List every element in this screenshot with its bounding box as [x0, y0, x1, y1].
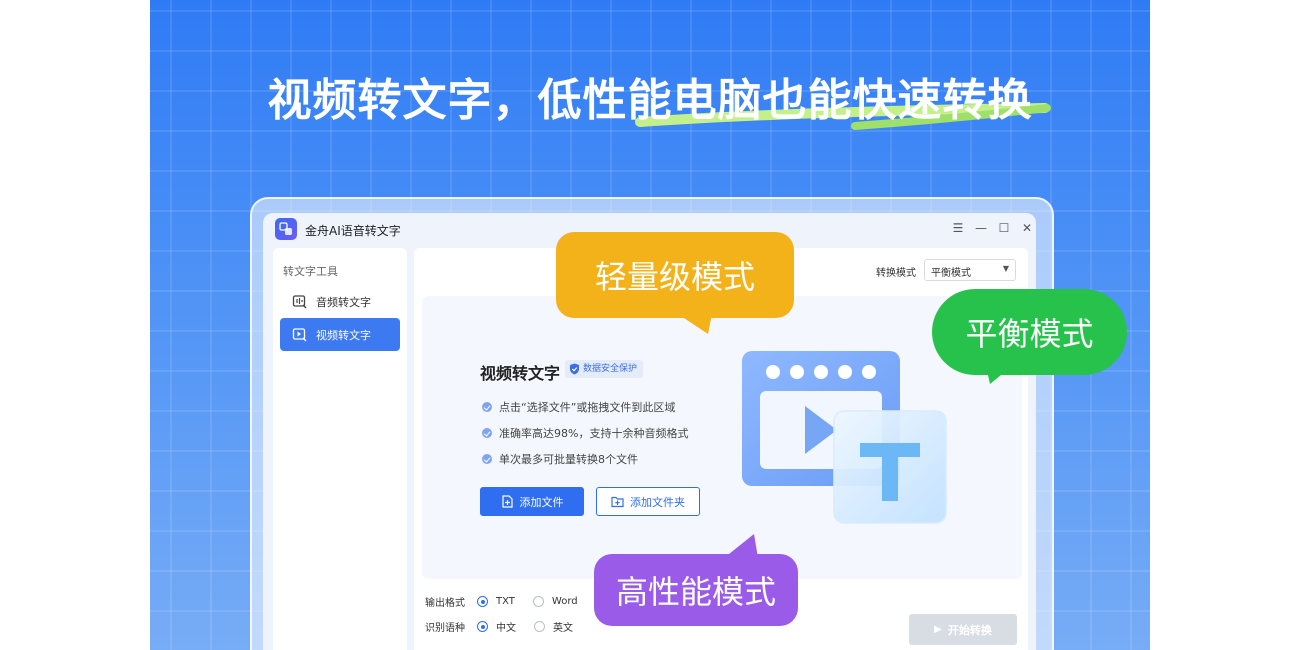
language-row: 识别语种 中文 英文: [425, 619, 591, 634]
sidebar-item-label: 视频转文字: [316, 328, 371, 342]
format-option-word[interactable]: Word: [532, 596, 578, 607]
output-format-row: 输出格式 TXT Word: [425, 594, 596, 609]
shield-icon: [570, 363, 579, 375]
start-conversion-label: 开始转换: [947, 623, 992, 637]
language-option-chinese[interactable]: 中文: [477, 619, 516, 634]
minimize-icon[interactable]: —: [973, 220, 989, 236]
sidebar: 转文字工具 音频转文字 视频转文字: [273, 248, 407, 650]
language-option-label: 英文: [553, 623, 573, 634]
dropzone-title: 视频转文字: [480, 364, 561, 383]
sidebar-item-video-to-text[interactable]: 视频转文字: [280, 318, 400, 351]
add-folder-icon: [611, 496, 624, 508]
radio-icon: [532, 596, 544, 607]
feature-item: 单次最多可批量转换8个文件: [482, 451, 638, 467]
conversion-mode-label: 转换模式: [876, 268, 916, 279]
bubble-balanced-tail: [986, 366, 1012, 384]
radio-icon: [534, 621, 545, 632]
bubble-balanced-label: 平衡模式: [965, 315, 1094, 353]
check-icon: [482, 428, 492, 438]
bubble-light-tail: [678, 314, 712, 334]
play-icon: ▶: [934, 624, 942, 635]
bubble-light-mode: 轻量级模式: [556, 232, 794, 318]
chevron-down-icon: ▼: [1002, 264, 1009, 273]
video-icon: [292, 327, 307, 341]
add-file-label: 添加文件: [519, 495, 564, 509]
bubble-high-tail: [724, 534, 758, 558]
check-icon: [482, 402, 492, 412]
language-option-english[interactable]: 英文: [534, 619, 573, 634]
start-conversion-button[interactable]: ▶ 开始转换: [909, 614, 1017, 645]
feature-text: 准确率高达98%，支持十余种音频格式: [499, 427, 689, 440]
format-option-txt[interactable]: TXT: [477, 596, 515, 607]
app-logo-icon: [275, 218, 297, 240]
add-folder-button[interactable]: 添加文件夹: [596, 487, 700, 516]
language-label: 识别语种: [425, 623, 465, 634]
security-badge-label: 数据安全保护: [583, 364, 638, 374]
sidebar-item-label: 音频转文字: [316, 295, 371, 309]
format-option-label: Word: [551, 596, 578, 607]
promo-banner: 视频转文字，低性能电脑也能快速转换 金舟AI语音转文字 ☰ — ☐ ✕ 转文字工…: [150, 0, 1150, 650]
maximize-icon[interactable]: ☐: [996, 220, 1012, 236]
video-to-text-illustration: [742, 351, 947, 524]
close-icon[interactable]: ✕: [1019, 220, 1035, 236]
bubble-balanced-mode: 平衡模式: [932, 289, 1127, 375]
feature-text: 单次最多可批量转换8个文件: [499, 453, 638, 466]
page-headline: 视频转文字，低性能电脑也能快速转换: [267, 75, 1033, 126]
bubble-light-label: 轻量级模式: [594, 258, 755, 296]
radio-icon: [477, 621, 488, 632]
audio-icon: [292, 294, 307, 308]
security-badge: 数据安全保护: [565, 360, 644, 378]
feature-item: 点击“选择文件”或拖拽文件到此区域: [482, 399, 675, 415]
menu-icon[interactable]: ☰: [950, 220, 966, 236]
add-file-icon: [501, 495, 513, 508]
conversion-mode-value: 平衡模式: [931, 268, 971, 279]
feature-text: 点击“选择文件”或拖拽文件到此区域: [499, 401, 676, 414]
bubble-high-label: 高性能模式: [615, 573, 776, 611]
add-folder-label: 添加文件夹: [630, 495, 685, 509]
format-option-label: TXT: [496, 596, 515, 607]
radio-icon: [477, 596, 488, 607]
output-format-label: 输出格式: [425, 598, 465, 609]
conversion-mode-select[interactable]: 平衡模式 ▼: [924, 259, 1016, 281]
feature-item: 准确率高达98%，支持十余种音频格式: [482, 425, 688, 441]
add-file-button[interactable]: 添加文件: [480, 487, 584, 516]
sidebar-title: 转文字工具: [283, 265, 338, 278]
bubble-high-mode: 高性能模式: [594, 554, 798, 626]
app-title: 金舟AI语音转文字: [305, 224, 401, 238]
check-icon: [482, 454, 492, 464]
sidebar-item-audio-to-text[interactable]: 音频转文字: [280, 285, 400, 318]
language-option-label: 中文: [496, 623, 516, 634]
